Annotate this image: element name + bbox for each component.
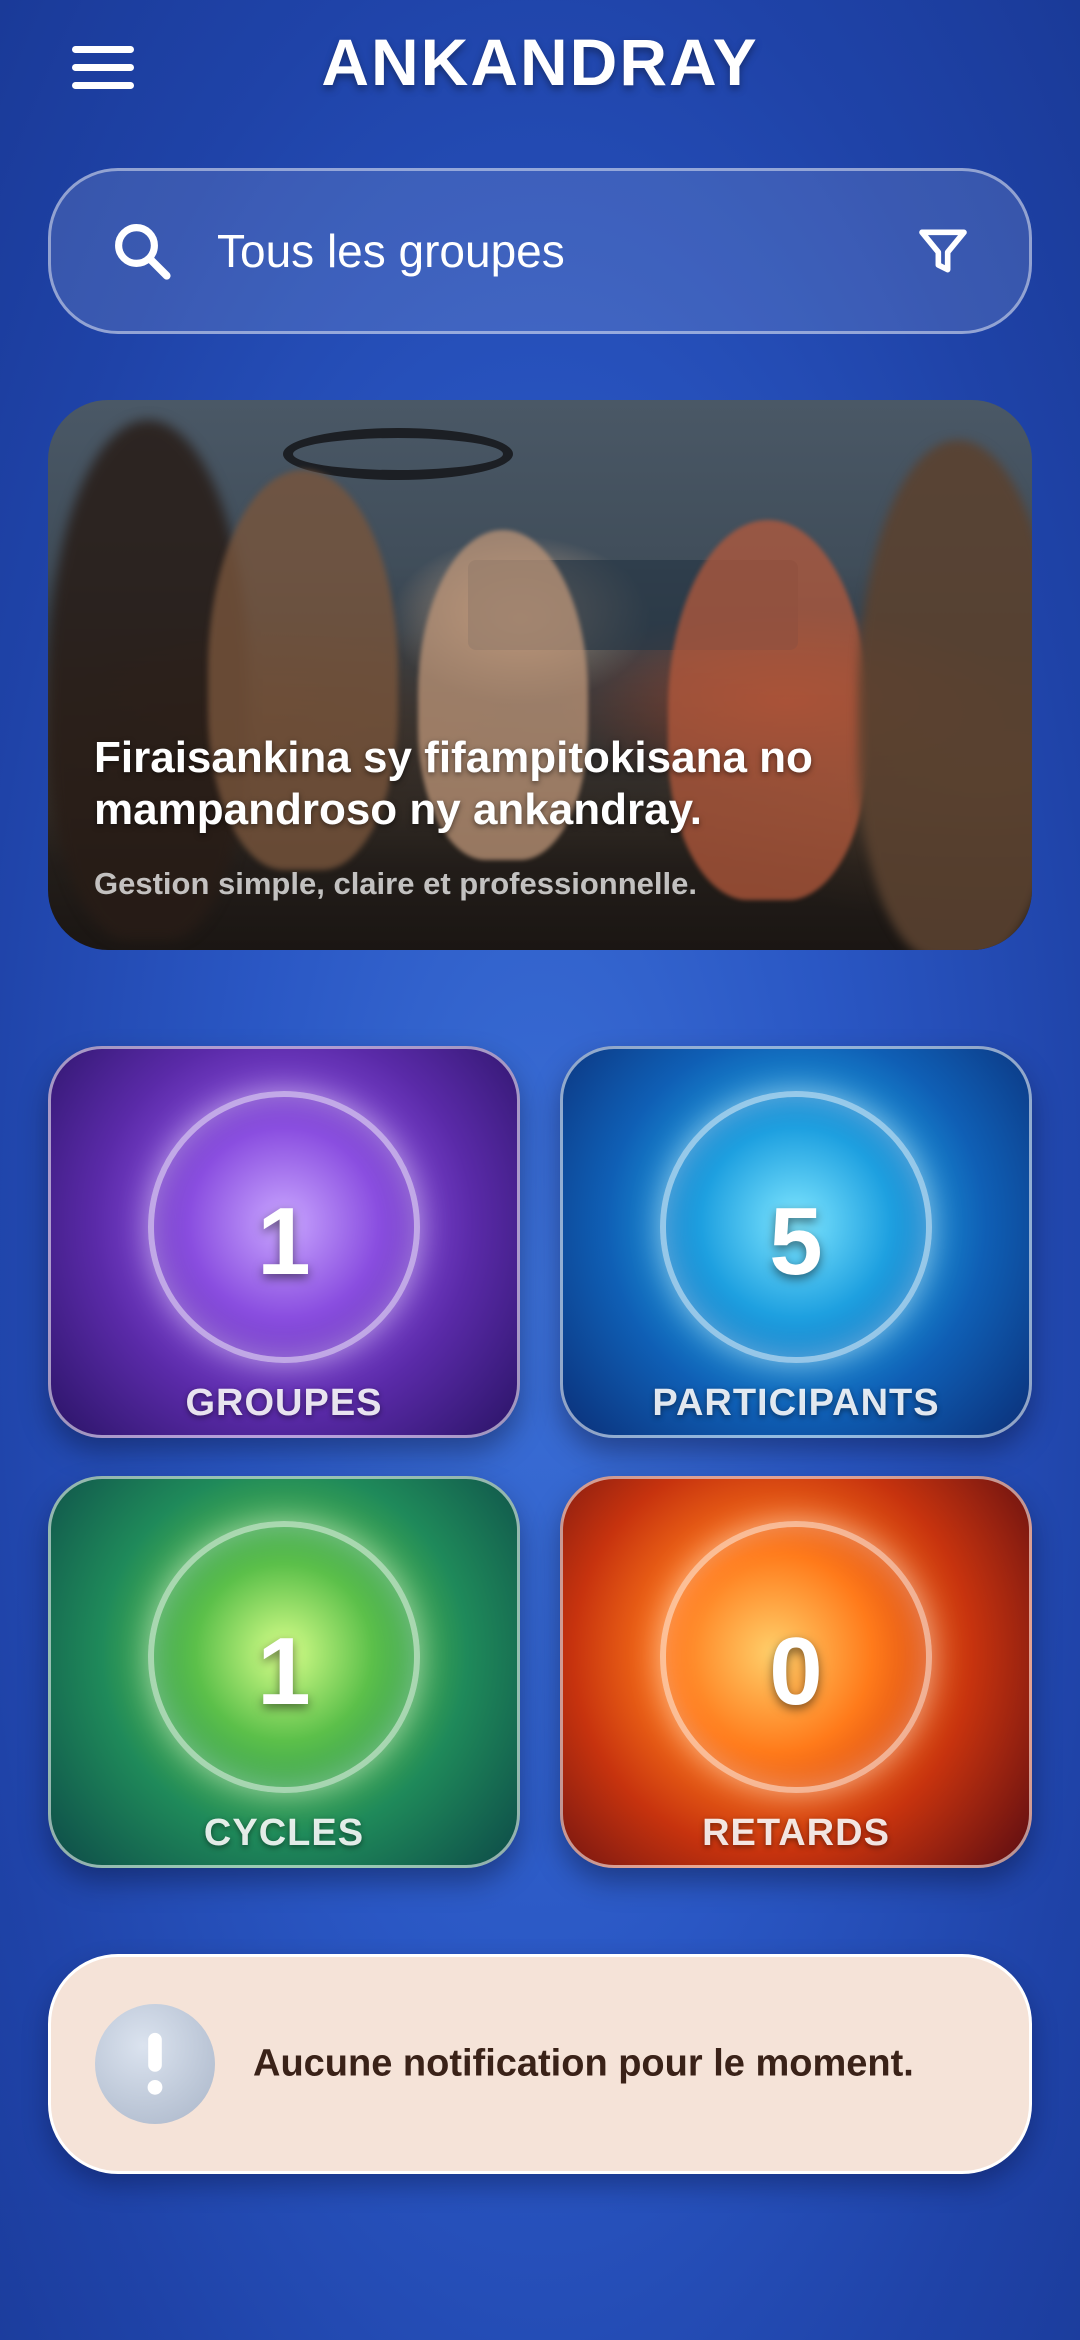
stat-card-cycles[interactable]: 1 CYCLES [48, 1476, 520, 1868]
filter-icon[interactable] [915, 223, 971, 279]
hero-title: Firaisankina sy fifampitokisana no mampa… [94, 733, 813, 834]
hero-subtitle: Gestion simple, claire et professionnell… [94, 866, 697, 901]
stat-card-participants[interactable]: 5 PARTICIPANTS [560, 1046, 1032, 1438]
app-title: ANKANDRAY [321, 25, 759, 99]
hero-photo-person [668, 520, 868, 900]
alert-icon [95, 2004, 215, 2124]
notification-text: Aucune notification pour le moment. [253, 2042, 914, 2085]
hero-banner: Firaisankina sy fifampitokisana no mampa… [48, 400, 1032, 950]
stat-label-groups: GROUPES [185, 1382, 383, 1424]
app-header: ANKANDRAY [0, 0, 1080, 135]
notification-banner: Aucune notification pour le moment. [48, 1954, 1032, 2174]
stat-value-cycles: 1 [257, 1618, 311, 1725]
search-bar[interactable]: Tous les groupes [48, 168, 1032, 334]
stat-value-retards: 0 [769, 1618, 823, 1725]
hero-photo-person [858, 440, 1032, 950]
stat-card-retards[interactable]: 0 RETARDS [560, 1476, 1032, 1868]
stat-label-participants: PARTICIPANTS [652, 1382, 940, 1424]
stat-label-retards: RETARDS [702, 1812, 890, 1854]
stat-value-participants: 5 [769, 1188, 823, 1295]
search-input[interactable]: Tous les groupes [217, 224, 565, 278]
stat-card-groups[interactable]: 1 GROUPES [48, 1046, 520, 1438]
stat-value-groups: 1 [257, 1188, 311, 1295]
search-icon[interactable] [109, 218, 175, 284]
stat-label-cycles: CYCLES [203, 1812, 365, 1854]
